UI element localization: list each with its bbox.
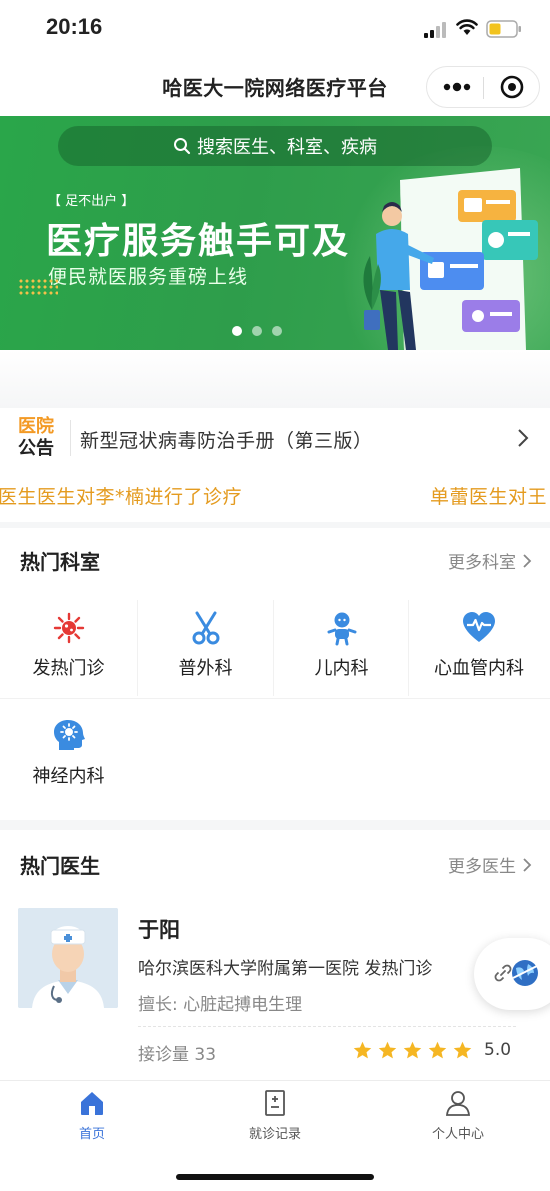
status-time: 20:16: [46, 14, 103, 39]
promo-banner[interactable]: 搜索医生、科室、疾病 【 足不出户 】 医疗服务触手可及 便民就医服务重磅上线: [0, 116, 550, 350]
tab-label: 就诊记录: [248, 1127, 301, 1142]
department-label: 普外科: [178, 658, 233, 679]
title-bar: 哈医大一院网络医疗平台: [0, 58, 550, 116]
doctor-hospital: 哈尔滨医科大学附属第一医院 发热门诊: [138, 959, 433, 979]
banner-tagline: 【 足不出户 】: [48, 194, 135, 209]
wifi-icon: [456, 19, 478, 35]
records-icon: [265, 1090, 285, 1116]
department-cardiology[interactable]: 心血管内科: [408, 600, 550, 708]
more-doctors-link[interactable]: 更多医生: [448, 852, 532, 877]
banner-headline: 医疗服务触手可及: [46, 221, 351, 262]
star-icon: [403, 1041, 422, 1059]
more-departments-link[interactable]: 更多科室: [448, 548, 532, 573]
pager-dot-active: [232, 326, 242, 336]
star-icon: [453, 1041, 472, 1059]
status-bar: 20:16: [0, 0, 550, 58]
pager-dot: [272, 326, 282, 336]
popular-doctors: 热门医生 更多医生 于阳 哈尔滨医科大学附属第一医院 发热门诊 擅长: 心脏起搏…: [0, 830, 550, 1078]
user-icon: [446, 1091, 470, 1116]
more-doctors-label: 更多医生: [448, 857, 516, 877]
banner-subline: 便民就医服务重磅上线: [48, 266, 249, 288]
close-mini-program-icon[interactable]: [487, 67, 537, 107]
banner-dots-decoration: [18, 278, 58, 296]
more-departments-label: 更多科室: [448, 553, 516, 573]
notice-divider: [70, 420, 71, 456]
virus-icon: [53, 612, 84, 644]
notice-badge: 医院 公告: [18, 416, 62, 460]
heart-pulse-icon: [463, 612, 495, 642]
department-label: 神经内科: [32, 766, 105, 787]
chevron-right-icon: [518, 429, 529, 447]
tab-profile[interactable]: 个人中心: [398, 1089, 518, 1142]
brain-icon: [53, 720, 85, 750]
doctor-avatar-icon: [18, 908, 118, 1008]
chevron-right-icon: [523, 553, 532, 568]
dashed-divider: [138, 1026, 516, 1027]
tab-home[interactable]: 首页: [32, 1089, 152, 1142]
search-placeholder: 搜索医生、科室、疾病: [197, 137, 377, 158]
rating-stars: [352, 1040, 473, 1061]
doctor-specialty: 擅长: 心脏起搏电生理: [138, 995, 303, 1015]
star-icon: [378, 1041, 397, 1059]
department-fever-clinic[interactable]: 发热门诊: [0, 600, 137, 708]
chevron-right-icon: [523, 857, 532, 872]
department-neurology[interactable]: 神经内科: [0, 708, 137, 816]
home-icon: [81, 1092, 103, 1115]
mini-program-capsule: [426, 66, 540, 108]
star-icon: [353, 1041, 372, 1059]
consult-count: 接诊量 33: [138, 1045, 217, 1065]
pager-dot: [252, 326, 262, 336]
notice-text: 新型冠状病毒防治手册（第三版）: [80, 430, 373, 452]
section-gap: [0, 350, 550, 408]
section-gap: [0, 820, 550, 830]
globe-logo-icon: [512, 960, 538, 986]
popular-departments: 热门科室 更多科室 发热门诊 普外科 儿内科 心血管内科 神经内科: [0, 528, 550, 820]
consult-ticker: 医生医生对李*楠进行了诊疗 单蕾医生对王: [0, 470, 550, 522]
doctor-tablet-illustration: [363, 168, 538, 350]
cellular-signal-icon: [424, 22, 446, 38]
doctor-avatar: [18, 908, 118, 1008]
notice-badge-line1: 医院: [18, 416, 54, 437]
battery-icon: [486, 20, 521, 38]
capsule-divider: [483, 77, 484, 99]
tab-label: 首页: [78, 1127, 105, 1142]
ticker-item: 单蕾医生对王: [430, 486, 548, 508]
baby-icon: [327, 612, 356, 646]
department-label: 发热门诊: [32, 658, 105, 679]
hospital-notice[interactable]: 医院 公告 新型冠状病毒防治手册（第三版）: [0, 408, 550, 470]
rating-score: 5.0: [484, 1040, 512, 1060]
tab-records[interactable]: 就诊记录: [215, 1089, 335, 1142]
ticker-item: 医生医生对李*楠进行了诊疗: [0, 486, 243, 508]
doctor-name: 于阳: [138, 918, 180, 942]
notice-badge-line2: 公告: [18, 438, 54, 459]
department-pediatrics[interactable]: 儿内科: [273, 600, 410, 708]
section-title: 热门科室: [20, 550, 100, 574]
tab-label: 个人中心: [431, 1127, 484, 1142]
search-icon: [174, 138, 191, 155]
home-indicator: [176, 1174, 374, 1180]
more-options-icon[interactable]: [433, 67, 481, 107]
banner-pager: [232, 326, 282, 336]
floating-assistant-button[interactable]: [474, 938, 550, 1010]
section-title: 热门医生: [20, 854, 100, 878]
department-label: 儿内科: [314, 658, 369, 679]
department-general-surgery[interactable]: 普外科: [137, 600, 274, 708]
star-icon: [428, 1041, 447, 1059]
scissors-icon: [192, 611, 219, 645]
department-label: 心血管内科: [434, 658, 524, 679]
